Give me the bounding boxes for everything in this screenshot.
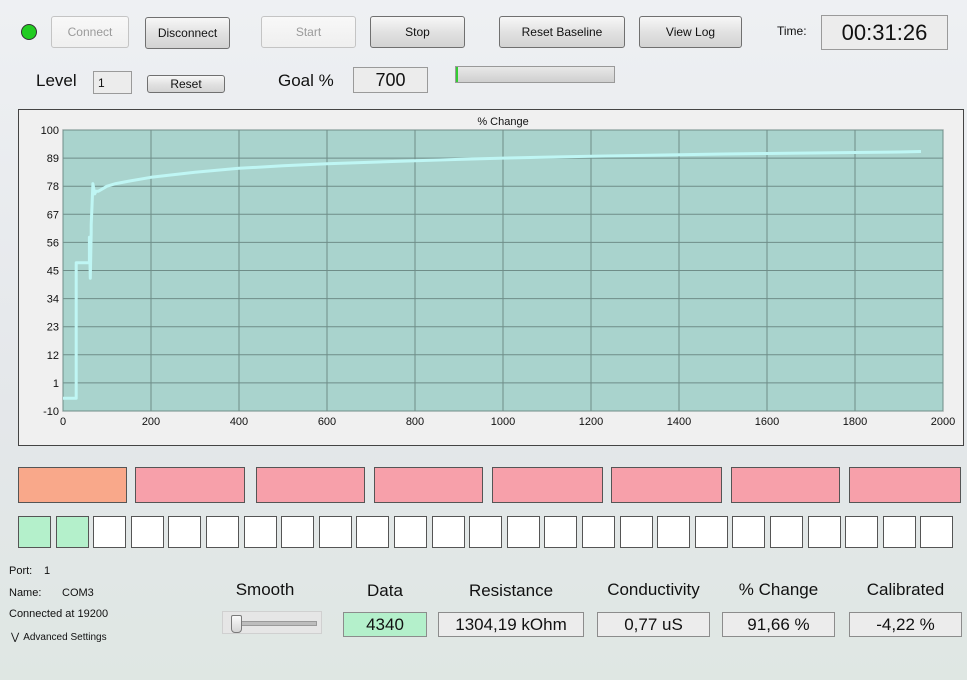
level-input[interactable]: 1 — [93, 71, 132, 94]
channel-top-segment — [256, 467, 365, 503]
port-value: 1 — [44, 565, 51, 577]
advanced-settings-toggle[interactable]: ⋁ Advanced Settings — [11, 632, 107, 643]
calibrated-value: -4,22 % — [849, 612, 962, 637]
level-label: Level — [36, 71, 77, 90]
channel-bottom-segment — [770, 516, 803, 548]
goal-input[interactable]: 700 — [353, 67, 428, 93]
percent-change-header: % Change — [738, 580, 819, 599]
goal-progress-bar — [455, 66, 615, 83]
x-tick-label: 200 — [142, 416, 160, 428]
reset-baseline-button[interactable]: Reset Baseline — [499, 16, 625, 48]
stop-button[interactable]: Stop — [370, 16, 465, 48]
channel-bottom-segment — [356, 516, 389, 548]
x-tick-label: 800 — [406, 416, 424, 428]
channel-bottom-segment — [18, 516, 51, 548]
slider-track — [231, 621, 317, 626]
y-tick-label: 23 — [47, 322, 59, 334]
channel-bottom-segment — [394, 516, 427, 548]
x-tick-label: 1400 — [667, 416, 691, 428]
channel-bottom-segment — [883, 516, 916, 548]
channel-bottom-segment — [168, 516, 201, 548]
x-tick-label: 1200 — [579, 416, 603, 428]
start-button[interactable]: Start — [261, 16, 356, 48]
channel-bottom-segment — [620, 516, 653, 548]
y-tick-label: 89 — [47, 153, 59, 165]
double-chevron-down-icon: ⋁ — [11, 631, 20, 643]
disconnect-button[interactable]: Disconnect — [145, 17, 230, 49]
smooth-label: Smooth — [235, 580, 295, 599]
y-tick-label: 12 — [47, 350, 59, 362]
view-log-button[interactable]: View Log — [639, 16, 742, 48]
channel-bottom-segment — [469, 516, 502, 548]
channel-bottom-segment — [507, 516, 540, 548]
name-value: COM3 — [62, 587, 94, 599]
channel-bottom-segment — [845, 516, 878, 548]
conductivity-value: 0,77 uS — [597, 612, 710, 637]
y-tick-label: 78 — [47, 181, 59, 193]
x-tick-label: 1600 — [755, 416, 779, 428]
conductivity-header: Conductivity — [607, 580, 700, 599]
slider-thumb[interactable] — [231, 615, 242, 633]
x-tick-label: 600 — [318, 416, 336, 428]
name-label: Name: — [9, 587, 42, 599]
channel-top-segment — [135, 467, 245, 503]
channel-bottom-segment — [695, 516, 728, 548]
level-reset-button[interactable]: Reset — [147, 75, 225, 93]
channel-bottom-segment — [582, 516, 615, 548]
chart-panel: % Change 0 200 400 600 800 1000 1200 1400 1600 180… — [18, 109, 964, 446]
channel-bottom-segment — [732, 516, 765, 548]
calibrated-header: Calibrated — [866, 580, 945, 599]
channel-bottom-segment — [319, 516, 352, 548]
data-header: Data — [367, 581, 403, 600]
channel-bottom-segment — [93, 516, 126, 548]
channel-top-segment — [731, 467, 840, 503]
connection-status: Connected at 19200 — [9, 608, 109, 620]
y-tick-label: 45 — [47, 266, 59, 278]
connect-button[interactable]: Connect — [51, 16, 129, 48]
percent-change-chart: % Change 0 200 400 600 800 1000 1200 1400 1600 180… — [41, 116, 956, 428]
percent-change-value: 91,66 % — [722, 612, 835, 637]
y-tick-label: 34 — [47, 294, 59, 306]
channel-bottom-segment — [206, 516, 239, 548]
channel-bottom-segment — [244, 516, 277, 548]
x-tick-label: 400 — [230, 416, 248, 428]
channel-top-segment — [18, 467, 127, 503]
channel-bottom-segment — [920, 516, 953, 548]
x-tick-label: 1800 — [843, 416, 867, 428]
status-led — [21, 24, 37, 40]
channel-bottom-segment — [56, 516, 89, 548]
resistance-value: 1304,19 kOhm — [438, 612, 584, 637]
channel-top-segment — [849, 467, 961, 503]
smooth-slider[interactable] — [222, 611, 322, 634]
goal-progress-fill — [456, 67, 458, 82]
y-tick-label: 67 — [47, 209, 59, 221]
chart-title: % Change — [477, 116, 528, 128]
advanced-settings-label: Advanced Settings — [23, 632, 107, 643]
time-label: Time: — [777, 24, 807, 38]
channel-top-segment — [492, 467, 603, 503]
port-label: Port: — [9, 565, 33, 577]
channel-bottom-segment — [131, 516, 164, 548]
channel-bottom-segment — [544, 516, 577, 548]
x-tick-label: 2000 — [931, 416, 955, 428]
channel-bottom-segment — [281, 516, 314, 548]
data-value: 4340 — [343, 612, 427, 637]
channel-top-segment — [374, 467, 483, 503]
channel-bottom-segment — [432, 516, 465, 548]
x-tick-label: 1000 — [491, 416, 515, 428]
y-tick-label: 56 — [47, 237, 59, 249]
resistance-header: Resistance — [468, 581, 554, 600]
x-tick-label: 0 — [60, 416, 66, 428]
y-tick-label: 1 — [53, 378, 59, 390]
channel-top-segment — [611, 467, 722, 503]
y-tick-label: -10 — [43, 406, 59, 418]
channel-bottom-segment — [808, 516, 841, 548]
time-display: 00:31:26 — [821, 15, 948, 50]
channel-bottom-segment — [657, 516, 690, 548]
goal-label: Goal % — [278, 71, 334, 90]
y-tick-label: 100 — [41, 125, 59, 137]
